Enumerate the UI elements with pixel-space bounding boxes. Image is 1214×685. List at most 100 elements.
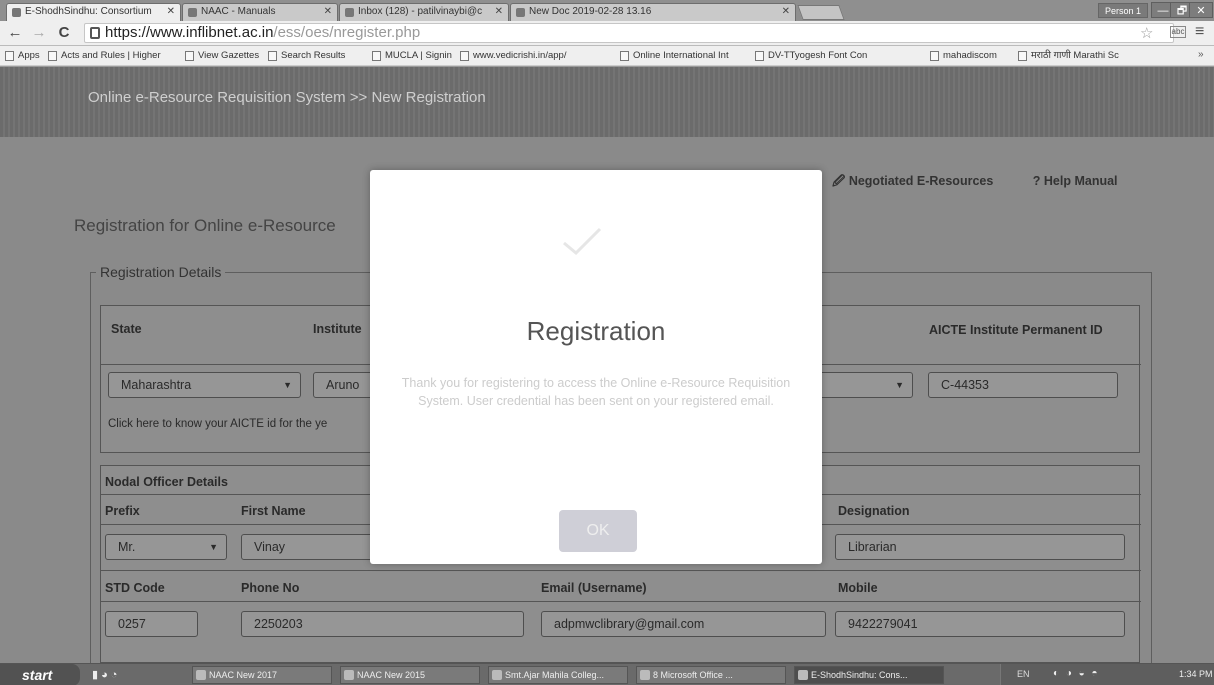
translate-extension-icon[interactable]: abc xyxy=(1170,26,1186,38)
forward-arrow-icon[interactable]: → xyxy=(30,24,48,42)
close-icon[interactable]: ✕ xyxy=(324,4,332,20)
back-arrow-icon[interactable]: ← xyxy=(6,24,24,42)
start-label: start xyxy=(22,667,53,683)
bookmark-search-results[interactable]: Search Results xyxy=(268,49,345,63)
modal-message: Thank you for registering to access the … xyxy=(401,376,791,408)
language-indicator[interactable]: EN xyxy=(1017,669,1030,679)
phone-no-field[interactable]: 2250203 xyxy=(241,611,524,637)
tab-label: Inbox (128) - patilvinaybi@c xyxy=(358,6,483,17)
mobile-field[interactable]: 9422279041 xyxy=(835,611,1125,637)
bookmark-label: MUCLA | Signin xyxy=(385,50,452,61)
bookmark-online-international[interactable]: Online International Int xyxy=(620,49,729,63)
bookmark-mahadiscom[interactable]: mahadiscom xyxy=(930,49,997,63)
state-value: Maharashtra xyxy=(121,378,192,392)
prefix-value: Mr. xyxy=(118,540,136,554)
divider xyxy=(101,570,1141,571)
chevron-down-icon: ▼ xyxy=(209,542,218,552)
help-manual-link[interactable]: ? Help Manual xyxy=(1033,174,1136,188)
bookmark-label: View Gazettes xyxy=(198,50,260,61)
taskbar-item[interactable]: E-ShodhSindhu: Cons... xyxy=(794,666,944,684)
gmail-icon xyxy=(516,8,525,17)
more-bookmarks-icon[interactable]: » xyxy=(1198,49,1204,60)
prefix-label: Prefix xyxy=(105,504,140,518)
search-results-icon xyxy=(268,51,277,61)
bookmark-label: DV-TTyogesh Font Con xyxy=(768,50,868,61)
link-label: Help Manual xyxy=(1043,174,1118,188)
email-field[interactable]: adpmwclibrary@gmail.com xyxy=(541,611,826,637)
registration-success-modal: Registration Thank you for registering t… xyxy=(370,170,822,564)
bookmark-view-gazettes[interactable]: View Gazettes xyxy=(185,49,259,63)
reload-icon[interactable]: C xyxy=(55,24,73,42)
bookmark-acts-rules[interactable]: Acts and Rules | Higher xyxy=(48,49,161,63)
lock-icon xyxy=(90,27,100,39)
close-window-button[interactable]: ✕ xyxy=(1189,2,1213,18)
page-icon xyxy=(1018,51,1027,61)
bookmark-star-icon[interactable]: ☆ xyxy=(1140,24,1153,42)
mobile-value: 9422279041 xyxy=(848,617,918,631)
profile-button[interactable]: Person 1 xyxy=(1098,3,1149,18)
tab-naac-manuals[interactable]: NAAC - Manuals ✕ xyxy=(182,3,338,21)
taskbar-item-label: NAAC New 2015 xyxy=(357,670,426,680)
taskbar-item[interactable]: Smt.Ajar Mahila Colleg... xyxy=(488,666,628,684)
bookmark-label: mahadiscom xyxy=(943,50,997,61)
bookmark-label: Apps xyxy=(18,50,40,61)
close-icon[interactable]: ✕ xyxy=(167,4,175,20)
email-label: Email (Username) xyxy=(541,581,647,595)
aicte-id-help-link[interactable]: Click here to know your AICTE id for the… xyxy=(108,418,327,430)
mobile-label: Mobile xyxy=(838,581,878,595)
designation-field[interactable]: Librarian xyxy=(835,534,1125,560)
close-icon[interactable]: ✕ xyxy=(495,4,503,20)
taskbar-item-label: 8 Microsoft Office ... xyxy=(653,670,733,680)
folder-icon xyxy=(196,670,206,680)
institute-label: Institute xyxy=(313,322,362,336)
taskbar-item[interactable]: NAAC New 2017 xyxy=(192,666,332,684)
bookmark-mucla[interactable]: MUCLA | Signin xyxy=(372,49,452,63)
bookmarks-bar: Apps Acts and Rules | Higher View Gazett… xyxy=(0,46,1214,66)
state-select[interactable]: Maharashtra ▼ xyxy=(108,372,301,398)
phone-no-value: 2250203 xyxy=(254,617,303,631)
fieldset-legend: Registration Details xyxy=(96,264,226,280)
taskbar-item[interactable]: NAAC New 2015 xyxy=(340,666,480,684)
new-tab-button[interactable] xyxy=(797,5,845,20)
start-button[interactable]: start xyxy=(0,664,80,685)
url-host: https://www.inflibnet.ac.in xyxy=(105,24,274,41)
site-title: Online e-Resource Requisition System >> … xyxy=(88,89,486,106)
bookmark-label: www.vedicrishi.in/app/ xyxy=(473,50,567,61)
ok-button[interactable]: OK xyxy=(559,510,637,552)
page-icon xyxy=(185,51,194,61)
page-heading: Registration for Online e-Resource xyxy=(74,216,336,235)
quick-launch-icons[interactable]: ▮ ◕ ◔ xyxy=(92,668,117,681)
first-name-label: First Name xyxy=(241,504,306,518)
address-bar[interactable]: https://www.inflibnet.ac.in/ess/oes/nreg… xyxy=(84,23,1174,43)
taskbar-item-label: E-ShodhSindhu: Cons... xyxy=(811,670,908,680)
taskbar-item-label: Smt.Ajar Mahila Colleg... xyxy=(505,670,605,680)
tab-eshodhsindhu[interactable]: E-ShodhSindhu: Consortium ✕ xyxy=(6,3,181,21)
site-favicon-icon xyxy=(12,8,21,17)
top-links: 🖉 Negotiated E-Resources ? Help Manual xyxy=(832,172,1154,193)
bookmark-apps[interactable]: Apps xyxy=(5,49,40,63)
success-check-icon xyxy=(563,227,602,256)
menu-icon[interactable]: ≡ xyxy=(1195,23,1204,41)
url-path: /ess/oes/nregister.php xyxy=(273,24,421,41)
prefix-select[interactable]: Mr. ▼ xyxy=(105,534,227,560)
bookmark-marathi[interactable]: मराठी गाणी Marathi Sc xyxy=(1018,49,1119,63)
std-code-field[interactable]: 0257 xyxy=(105,611,198,637)
system-tray: EN ◐ ◑ ◒ ◓ 1:34 PM xyxy=(1000,664,1214,685)
browser-tab-strip: E-ShodhSindhu: Consortium ✕ NAAC - Manua… xyxy=(0,0,1214,21)
bookmark-label: Acts and Rules | Higher xyxy=(61,50,161,61)
close-icon[interactable]: ✕ xyxy=(782,4,790,20)
tab-gmail-inbox[interactable]: Inbox (128) - patilvinaybi@c ✕ xyxy=(339,3,509,21)
site-favicon-icon xyxy=(188,8,197,17)
negotiated-resources-link[interactable]: 🖉 Negotiated E-Resources xyxy=(832,174,1011,188)
tab-new-doc[interactable]: New Doc 2019-02-28 13.16 ✕ xyxy=(510,3,796,21)
page-icon xyxy=(372,51,381,61)
bookmark-dv-font[interactable]: DV-TTyogesh Font Con xyxy=(755,49,867,63)
first-name-value: Vinay xyxy=(254,540,286,554)
link-icon xyxy=(460,51,469,61)
chrome-icon xyxy=(798,670,808,680)
windows-taskbar: start ▮ ◕ ◔ NAAC New 2017 NAAC New 2015 … xyxy=(0,663,1214,685)
bookmark-vedicrishi[interactable]: www.vedicrishi.in/app/ xyxy=(460,49,566,63)
tray-icons[interactable]: ◐ ◑ ◒ ◓ xyxy=(1053,668,1100,679)
taskbar-item[interactable]: 8 Microsoft Office ... xyxy=(636,666,786,684)
aicte-id-field[interactable]: C-44353 xyxy=(928,372,1118,398)
